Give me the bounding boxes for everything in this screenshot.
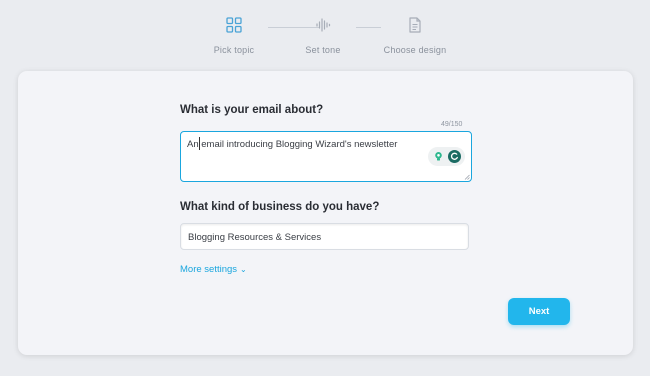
step-choose-design[interactable]: Choose design	[370, 16, 460, 55]
waveform-icon	[316, 18, 331, 32]
grammar-check-icon[interactable]	[448, 150, 461, 163]
email-about-label: What is your email about?	[180, 104, 324, 116]
step-label: Choose design	[383, 45, 447, 55]
business-label: What kind of business do you have?	[180, 201, 380, 213]
next-button[interactable]: Next	[508, 298, 570, 325]
progress-stepper: Pick topic Set tone Choose design	[0, 0, 650, 70]
step-set-tone[interactable]: Set tone	[278, 16, 368, 55]
business-value: Blogging Resources & Services	[188, 232, 322, 243]
lightbulb-icon[interactable]	[433, 151, 444, 162]
email-about-value: An email introducing Blogging Wizard's n…	[187, 139, 398, 150]
character-counter: 49/150	[441, 121, 463, 128]
step-label: Pick topic	[213, 45, 255, 55]
text-cursor	[199, 137, 200, 150]
resize-handle-icon[interactable]	[464, 174, 470, 180]
more-settings-label: More settings	[180, 264, 238, 275]
document-icon	[409, 17, 421, 33]
chevron-down-icon: ⌄	[240, 265, 247, 274]
step-label: Set tone	[305, 45, 341, 55]
more-settings-link[interactable]: More settings ⌄	[180, 264, 247, 275]
writing-assistant-pill[interactable]	[428, 147, 465, 166]
form-card: What is your email about? 49/150 An emai…	[18, 71, 633, 355]
grid-icon	[226, 17, 242, 33]
business-input[interactable]: Blogging Resources & Services	[180, 223, 469, 250]
email-about-textarea[interactable]: An email introducing Blogging Wizard's n…	[180, 131, 472, 182]
step-pick-topic[interactable]: Pick topic	[189, 16, 279, 55]
grammar-check-glyph-icon	[450, 152, 458, 160]
